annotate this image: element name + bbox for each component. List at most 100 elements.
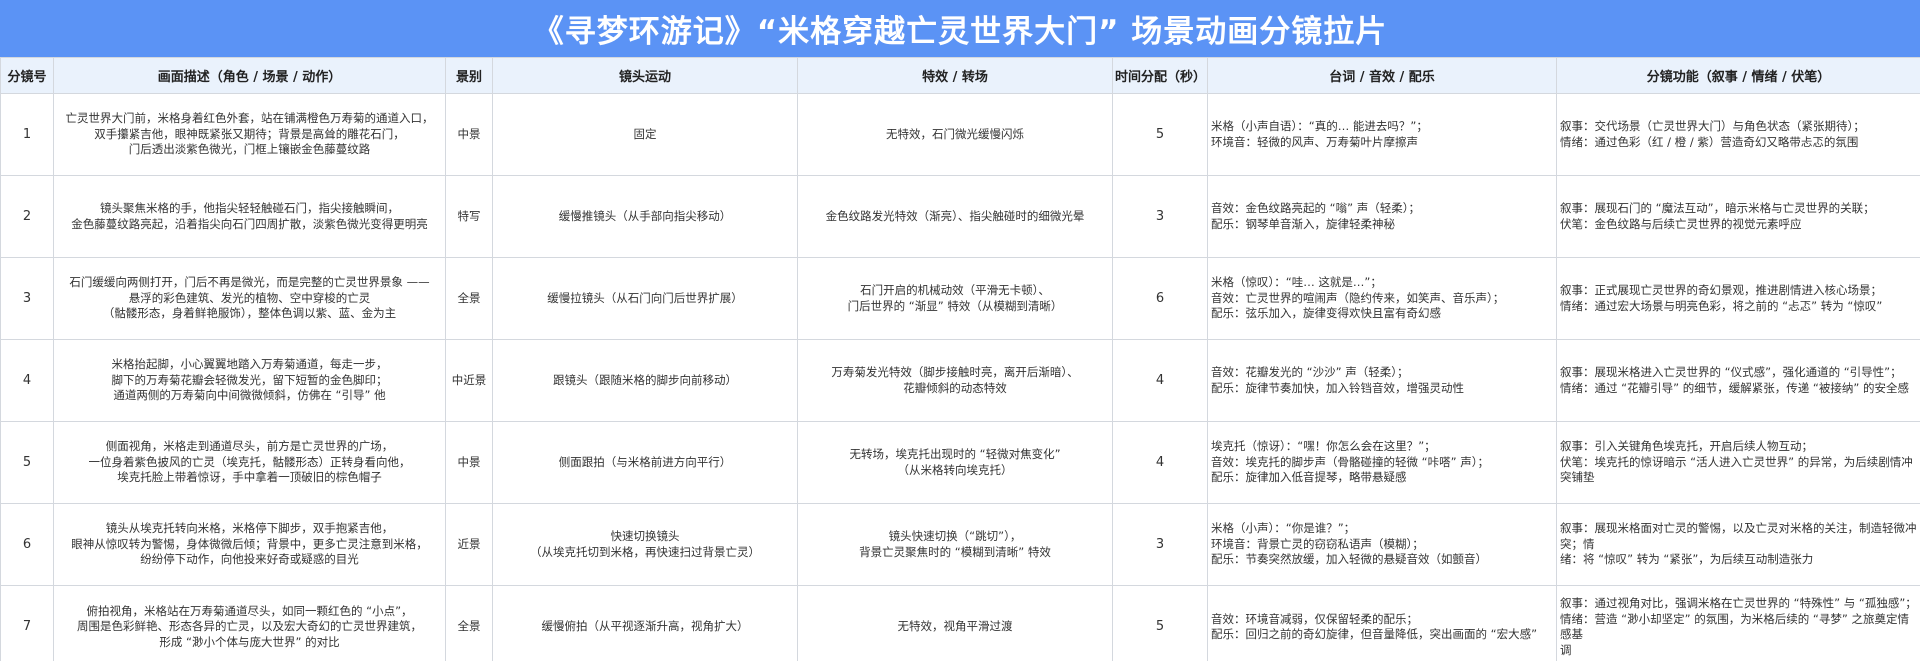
audio-cell: 米格（小声自语）：“真的… 能进去吗？”； 环境音：轻微的风声、万寿菊叶片摩擦声 (1207, 93, 1557, 176)
shot-size-cell: 中近景 (445, 339, 493, 422)
header-cell: 台词 / 音效 / 配乐 (1207, 57, 1557, 94)
cell-line: 配乐：旋律加入低音提琴，略带悬疑感 (1211, 470, 1407, 485)
cell-line: 镜头聚焦米格的手，他指尖轻轻触碰石门，指尖接触瞬间， (100, 201, 399, 215)
cell-line: 快速切换镜头 (610, 529, 680, 543)
effects-cell: 无特效，石门微光缓慢闪烁 (797, 93, 1113, 176)
function-cell: 叙事：展现米格进入亡灵世界的 “仪式感”，强化通道的 “引导性”； 情绪：通过 “… (1556, 339, 1920, 422)
header-cell: 分镜号 (0, 57, 54, 94)
audio-cell: 音效：金色纹路亮起的 “嗡” 声（轻柔）； 配乐：钢琴单音渐入，旋律轻柔神秘 (1207, 175, 1557, 258)
camera-movement-cell: 快速切换镜头 （从埃克托切到米格，再快速扫过背景亡灵） (492, 503, 798, 586)
cell-line: 周围是色彩鲜艳、形态各异的亡灵，以及宏大奇幻的亡灵世界建筑， (77, 619, 422, 634)
cell-line: 形成 “渺小个体与庞大世界” 的对比 (159, 634, 340, 649)
cell-line: 配乐：钢琴单音渐入，旋律轻柔神秘 (1211, 216, 1395, 231)
header-cell: 镜头运动 (492, 57, 798, 94)
cell-line: 绪：将 “惊叹” 转为 “紧张”，为后续互动制造张力 (1560, 552, 1814, 567)
cell-line: 纷纷停下动作，向他投来好奇或疑惑的目光 (140, 552, 359, 567)
duration-cell: 6 (1112, 257, 1208, 340)
function-cell: 叙事：展现石门的 “魔法互动”，暗示米格与亡灵世界的关联； 伏笔：金色纹路与后续亡… (1556, 175, 1920, 258)
audio-cell: 音效：花瓣发光的 “沙沙” 声（轻柔）； 配乐：旋律节奏加快，加入铃铛音效，增强灵… (1207, 339, 1557, 422)
audio-cell: 埃克托（惊讶）：“嘿！你怎么会在这里？”； 音效：埃克托的脚步声（骨骼碰撞的轻微 … (1207, 421, 1557, 504)
cell-line: 伏笔：埃克托的惊讶暗示 “活人进入亡灵世界” 的异常，为后续剧情冲突铺垫 (1560, 454, 1913, 485)
cell-line: 情绪：通过宏大场景与明亮色彩，将之前的 “忐忑” 转为 “惊叹” (1560, 298, 1883, 313)
description-cell: 镜头聚焦米格的手，他指尖轻轻触碰石门，指尖接触瞬间， 金色藤蔓纹路亮起，沿着指尖向… (53, 175, 446, 258)
duration-cell: 4 (1112, 339, 1208, 422)
cell-line: 叙事：正式展现亡灵世界的奇幻景观，推进剧情进入核心场景； (1560, 283, 1882, 297)
cell-line: 金色藤蔓纹路亮起，沿着指尖向石门四周扩散，淡紫色微光变得更明亮 (71, 216, 428, 231)
shot-number-cell: 6 (0, 503, 54, 586)
cell-line: 配乐：弦乐加入，旋律变得欢快且富有奇幻感 (1211, 306, 1441, 321)
cell-line: 埃克托（惊讶）：“嘿！你怎么会在这里？”； (1211, 439, 1436, 454)
cell-line: 音效：金色纹路亮起的 “嗡” 声（轻柔）； (1211, 201, 1420, 215)
description-cell: 米格抬起脚，小心翼翼地踏入万寿菊通道，每走一步， 脚下的万寿菊花瓣会轻微发光，留下… (53, 339, 446, 422)
function-cell: 叙事：展现米格面对亡灵的警惕，以及亡灵对米格的关注，制造轻微冲突；情 绪：将 “惊… (1556, 503, 1920, 586)
effects-cell: 万寿菊发光特效（脚步接触时亮，离开后渐暗）、 花瓣倾斜的动态特效 (797, 339, 1113, 422)
cell-line: 悬浮的彩色建筑、发光的植物、空中穿梭的亡灵 (128, 290, 371, 305)
cell-line: 配乐：回归之前的奇幻旋律，但音量降低，突出画面的 “宏大感” (1211, 627, 1538, 641)
header-cell: 特效 / 转场 (797, 57, 1113, 94)
shot-number-cell: 5 (0, 421, 54, 504)
cell-line: 通道两侧的万寿菊向中间微微倾斜，仿佛在 “引导” 他 (113, 388, 386, 403)
table-row: 4 米格抬起脚，小心翼翼地踏入万寿菊通道，每走一步， 脚下的万寿菊花瓣会轻微发光，留… (0, 339, 1920, 422)
duration-cell: 3 (1112, 175, 1208, 258)
cell-line: 米格抬起脚，小心翼翼地踏入万寿菊通道，每走一步， (111, 357, 388, 372)
duration-cell: 5 (1112, 585, 1208, 661)
cell-line: 环境音：背景亡灵的窃窃私语声（模糊）； (1211, 536, 1424, 551)
table-header-row: 分镜号 画面描述（角色 / 场景 / 动作） 景别 镜头运动 特效 / 转场 时… (0, 57, 1920, 94)
table-body: 1 亡灵世界大门前，米格身着红色外套，站在铺满橙色万寿菊的通道入口， 双手攥紧吉他，… (0, 93, 1920, 661)
cell-line: 无特效，石门微光缓慢闪烁 (886, 126, 1024, 141)
table-row: 1 亡灵世界大门前，米格身着红色外套，站在铺满橙色万寿菊的通道入口， 双手攥紧吉他，… (0, 93, 1920, 176)
duration-cell: 3 (1112, 503, 1208, 586)
cell-line: 音效：亡灵世界的喧闹声（隐约传来，如笑声、音乐声）； (1211, 290, 1505, 305)
cell-line: 叙事：展现米格进入亡灵世界的 “仪式感”，强化通道的 “引导性”； (1560, 365, 1902, 379)
cell-line: 双手攥紧吉他，眼神既紧张又期待；背景是高耸的雕花石门， (94, 126, 405, 141)
shot-size-cell: 近景 (445, 503, 493, 586)
cell-line: 叙事：通过视角对比，强调米格在亡灵世界的 “特殊性” 与 “孤独感”； (1560, 596, 1917, 610)
cell-line: 叙事：展现石门的 “魔法互动”，暗示米格与亡灵世界的关联； (1560, 201, 1875, 215)
description-cell: 石门缓缓向两侧打开，门后不再是微光，而是完整的亡灵世界景象 —— 悬浮的彩色建筑、… (53, 257, 446, 340)
duration-cell: 4 (1112, 421, 1208, 504)
cell-line: 金色纹路发光特效（渐亮）、指尖触碰时的细微光晕 (825, 208, 1085, 223)
page-title: 《寻梦环游记》“米格穿越亡灵世界大门” 场景动画分镜拉片 (0, 0, 1920, 57)
camera-movement-cell: 侧面跟拍（与米格前进方向平行） (492, 421, 798, 504)
cell-line: （骷髅形态，身着鲜艳服饰），整体色调以紫、蓝、金为主 (102, 306, 397, 321)
cell-line: 情绪：通过色彩（红 / 橙 / 紫）营造奇幻又略带忐忑的氛围 (1560, 134, 1859, 149)
cell-line: 叙事：交代场景（亡灵世界大门）与角色状态（紧张期待）； (1560, 119, 1865, 133)
function-cell: 叙事：正式展现亡灵世界的奇幻景观，推进剧情进入核心场景； 情绪：通过宏大场景与明亮… (1556, 257, 1920, 340)
cell-line: 门后透出淡紫色微光，门框上镶嵌金色藤蔓纹路 (128, 142, 371, 157)
cell-line: 环境音：轻微的风声、万寿菊叶片摩擦声 (1211, 134, 1418, 149)
cell-line: 缓慢推镜头（从手部向指尖移动） (558, 208, 732, 223)
cell-line: 一位身着紫色披风的亡灵（埃克托，骷髅形态）正转身看向他， (88, 454, 411, 469)
cell-line: 无特效，视角平滑过渡 (897, 619, 1013, 634)
cell-line: 花瓣倾斜的动态特效 (903, 380, 1007, 395)
camera-movement-cell: 缓慢推镜头（从手部向指尖移动） (492, 175, 798, 258)
description-cell: 俯拍视角，米格站在万寿菊通道尽头，如同一颗红色的 “小点”， 周围是色彩鲜艳、形态… (53, 585, 446, 661)
function-cell: 叙事：引入关键角色埃克托，开启后续人物互动； 伏笔：埃克托的惊讶暗示 “活人进入亡… (1556, 421, 1920, 504)
audio-cell: 米格（惊叹）：“哇… 这就是…”； 音效：亡灵世界的喧闹声（隐约传来，如笑声、音乐… (1207, 257, 1557, 340)
camera-movement-cell: 跟镜头（跟随米格的脚步向前移动） (492, 339, 798, 422)
cell-line: 米格（小声）：“你是谁？”； (1211, 521, 1356, 536)
function-cell: 叙事：交代场景（亡灵世界大门）与角色状态（紧张期待）； 情绪：通过色彩（红 / 橙… (1556, 93, 1920, 176)
header-cell: 景别 (445, 57, 493, 94)
camera-movement-cell: 缓慢拉镜头（从石门向门后世界扩展） (492, 257, 798, 340)
shot-size-cell: 全景 (445, 585, 493, 661)
effects-cell: 石门开启的机械动效（平滑无卡顿）、 门后世界的 “渐显” 特效（从模糊到清晰） (797, 257, 1113, 340)
cell-line: 配乐：节奏突然放缓，加入轻微的悬疑音效（如颤音） (1211, 552, 1487, 567)
effects-cell: 无特效，视角平滑过渡 (797, 585, 1113, 661)
cell-line: 无转场，埃克托出现时的 “轻微对焦变化” (849, 447, 1061, 461)
table-row: 5 侧面视角，米格走到通道尽头，前方是亡灵世界的广场， 一位身着紫色披风的亡灵（埃克… (0, 421, 1920, 504)
effects-cell: 镜头快速切换（“跳切”）， 背景亡灵聚焦时的 “模糊到清晰” 特效 (797, 503, 1113, 586)
cell-line: 缓慢俯拍（从平视逐渐升高，视角扩大） (541, 619, 749, 634)
cell-line: 米格（小声自语）：“真的… 能进去吗？”； (1211, 119, 1428, 133)
header-cell: 分镜功能（叙事 / 情绪 / 伏笔） (1556, 57, 1920, 94)
function-cell: 叙事：通过视角对比，强调米格在亡灵世界的 “特殊性” 与 “孤独感”； 情绪：营造… (1556, 585, 1920, 661)
description-cell: 亡灵世界大门前，米格身着红色外套，站在铺满橙色万寿菊的通道入口， 双手攥紧吉他，眼… (53, 93, 446, 176)
cell-line: 侧面视角，米格走到通道尽头，前方是亡灵世界的广场， (105, 439, 394, 454)
table-row: 6 镜头从埃克托转向米格，米格停下脚步，双手抱紧吉他， 眼神从惊叹转为警惕，身体微微… (0, 503, 1920, 586)
cell-line: 俯拍视角，米格站在万寿菊通道尽头，如同一颗红色的 “小点”， (86, 603, 413, 618)
shot-number-cell: 4 (0, 339, 54, 422)
cell-line: 石门开启的机械动效（平滑无卡顿）、 (860, 283, 1050, 297)
cell-line: 镜头快速切换（“跳切”）， (888, 529, 1022, 543)
shot-number-cell: 7 (0, 585, 54, 661)
header-cell: 画面描述（角色 / 场景 / 动作） (53, 57, 446, 94)
cell-line: 配乐：旋律节奏加快，加入铃铛音效，增强灵动性 (1211, 380, 1464, 395)
